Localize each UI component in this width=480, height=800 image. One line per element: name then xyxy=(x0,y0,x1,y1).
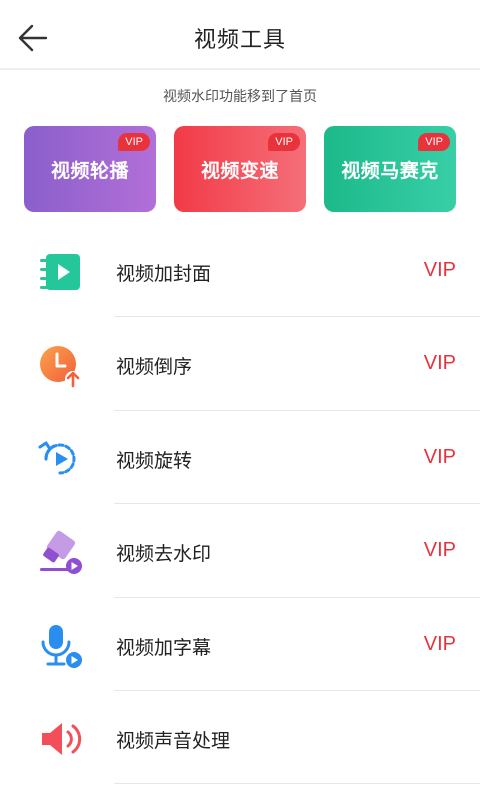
vip-label: VIP xyxy=(423,445,456,468)
list-item-label: 视频声音处理 xyxy=(116,729,231,752)
list-item-remove-watermark[interactable]: 视频去水印 VIP xyxy=(0,504,480,598)
divider xyxy=(114,783,480,785)
vip-badge: VIP xyxy=(418,133,450,151)
notice-text: 视频水印功能移到了首页 xyxy=(163,89,317,105)
list-item-label: 视频去水印 xyxy=(116,543,212,566)
tool-list: 视频加封面 VIP 视频倒序 VIP 视频旋转 VIP 视频去水印 VIP 视频… xyxy=(0,224,480,785)
feature-cards: VIP 视频轮播 VIP 视频变速 VIP 视频马赛克 xyxy=(24,126,456,212)
rotate-icon xyxy=(38,441,76,475)
vip-label: VIP xyxy=(423,632,456,655)
list-item-label: 视频加字幕 xyxy=(116,636,212,659)
video-cover-icon xyxy=(40,254,80,290)
vip-badge: VIP xyxy=(118,133,150,151)
list-item-add-subtitle[interactable]: 视频加字幕 VIP xyxy=(0,598,480,691)
speaker-icon xyxy=(42,722,82,755)
vip-badge: VIP xyxy=(268,133,300,151)
list-item-label: 视频加封面 xyxy=(116,263,212,285)
card-label: 视频变速 xyxy=(200,160,279,182)
page-title: 视频工具 xyxy=(193,28,286,53)
list-item-video-reverse[interactable]: 视频倒序 VIP xyxy=(0,317,480,411)
list-item-label: 视频旋转 xyxy=(116,449,193,472)
eraser-icon xyxy=(40,531,82,575)
card-label: 视频轮播 xyxy=(50,160,129,182)
list-item-label: 视频倒序 xyxy=(116,356,193,379)
vip-label: VIP xyxy=(423,539,456,562)
microphone-icon xyxy=(41,624,82,668)
list-item-video-rotate[interactable]: 视频旋转 VIP xyxy=(0,411,480,505)
vip-label: VIP xyxy=(423,352,456,375)
vip-label: VIP xyxy=(423,259,456,281)
card-video-speed[interactable]: VIP 视频变速 xyxy=(174,126,306,212)
card-video-mosaic[interactable]: VIP 视频马赛克 xyxy=(324,126,456,212)
reverse-clock-icon xyxy=(40,346,81,388)
card-label: 视频马赛克 xyxy=(341,160,439,182)
header: 视频工具 xyxy=(0,0,480,70)
card-video-carousel[interactable]: VIP 视频轮播 xyxy=(24,126,156,212)
list-item-audio-processing[interactable]: 视频声音处理 xyxy=(0,691,480,785)
list-item-video-cover[interactable]: 视频加封面 VIP xyxy=(0,224,480,318)
